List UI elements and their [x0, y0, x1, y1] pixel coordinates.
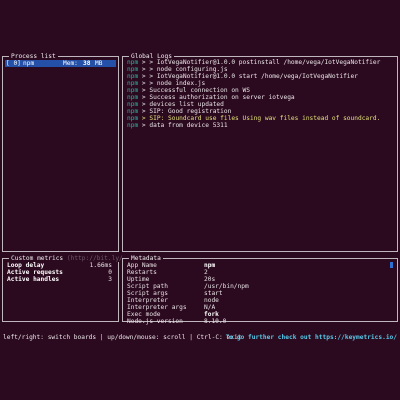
process-mem-value: 38	[83, 60, 91, 67]
process-row-selected[interactable]: [ 0] npm Mem: 38 MB	[5, 60, 116, 67]
log-app-name: npm	[127, 87, 139, 94]
log-app-name: npm	[127, 59, 139, 66]
metadata-row: Interpreter node	[123, 297, 397, 304]
metric-row: Active requests 0	[3, 269, 118, 276]
metadata-key: App Name	[127, 262, 157, 269]
log-app-name: npm	[127, 115, 139, 122]
process-mem-unit: MB	[95, 60, 103, 67]
metric-rows: Loop delay 1.66ms Active requests 0 Active h…	[3, 262, 118, 283]
log-message: > > IotVegaNotifier@1.0.0 start /home/ve…	[141, 73, 358, 80]
custom-metrics-title: Custom metrics (http://bit.ly/	[9, 255, 125, 262]
metadata-row: App Name npm	[123, 262, 397, 269]
log-line: npm > > node index.js	[127, 80, 393, 87]
metadata-value: npm	[204, 262, 216, 269]
metadata-key: Interpreter	[127, 297, 168, 304]
metadata-value: /usr/bin/npm	[204, 283, 249, 290]
log-line: npm > Successful connection on WS	[127, 87, 393, 94]
log-lines: npm > > IotVegaNotifier@1.0.0 postinstal…	[127, 59, 393, 129]
process-id: [ 0]	[6, 60, 21, 67]
footer-help-text: left/right: switch boards | up/down/mous…	[3, 334, 242, 341]
metric-value: 3	[108, 276, 112, 283]
metadata-value: fork	[204, 311, 219, 318]
metadata-row: Uptime 20s	[123, 276, 397, 283]
log-message: > Success authorization on server iotveg…	[141, 94, 295, 101]
log-message: > SIP: Soundcard use files Using wav fil…	[141, 115, 381, 122]
metadata-value: 2	[204, 269, 208, 276]
metric-row: Loop delay 1.66ms	[3, 262, 118, 269]
metadata-value: 8.10.0	[204, 318, 227, 325]
process-mem-label: Mem:	[63, 60, 78, 67]
log-app-name: npm	[127, 122, 139, 129]
metadata-key: Restarts	[127, 269, 157, 276]
metric-row: Active handles 3	[3, 276, 118, 283]
metadata-row: Interpreter args N/A	[123, 304, 397, 311]
log-line: npm > data from device 5311	[127, 122, 393, 129]
log-app-name: npm	[127, 73, 139, 80]
log-message: > > IotVegaNotifier@1.0.0 postinstall /h…	[141, 59, 381, 66]
footer-promo-link[interactable]: To go further check out https://keymetri…	[226, 334, 397, 341]
metadata-row: Script path/usr/bin/npm	[123, 283, 397, 290]
process-name: npm	[23, 60, 35, 67]
log-line: npm > devices list updated	[127, 101, 393, 108]
metric-value: 1.66ms	[89, 262, 112, 269]
metadata-row: Restarts 2	[123, 269, 397, 276]
log-app-name: npm	[127, 66, 139, 73]
log-line: npm > Success authorization on server io…	[127, 94, 393, 101]
log-line: npm > > node configuring.js	[127, 66, 393, 73]
custom-metrics-title-text: Custom metrics	[11, 255, 64, 262]
metadata-key: Script args	[127, 290, 168, 297]
log-message: > SIP: Good registration	[141, 108, 232, 115]
log-line: npm > > IotVegaNotifier@1.0.0 start /hom…	[127, 73, 393, 80]
log-message: > > node configuring.js	[141, 66, 228, 73]
log-line: npm > > IotVegaNotifier@1.0.0 postinstal…	[127, 59, 393, 66]
metadata-title: Metadata	[129, 255, 163, 262]
log-message: > data from device 5311	[141, 122, 228, 129]
metric-key: Loop delay	[7, 262, 45, 269]
metadata-key: Script path	[127, 283, 168, 290]
metadata-value: node	[204, 297, 219, 304]
metric-value: 0	[108, 269, 112, 276]
log-message: > devices list updated	[141, 101, 224, 108]
metadata-row: Node.js version 8.10.0	[123, 318, 397, 325]
metadata-row: Exec mode fork	[123, 311, 397, 318]
custom-metrics-title-hint: (http://bit.ly/	[66, 255, 123, 262]
log-app-name: npm	[127, 94, 139, 101]
metadata-row: Script args start	[123, 290, 397, 297]
footer-bar: left/right: switch boards | up/down/mous…	[3, 334, 397, 342]
metadata-key: Exec mode	[127, 311, 161, 318]
metadata-value: 20s	[204, 276, 216, 283]
process-list-title: Process list	[9, 53, 58, 60]
metadata-key: Interpreter args	[127, 304, 187, 311]
metadata-key: Uptime	[127, 276, 150, 283]
metadata-value: start	[204, 290, 223, 297]
log-line: npm > SIP: Good registration	[127, 108, 393, 115]
log-message: > > node index.js	[141, 80, 206, 87]
log-app-name: npm	[127, 80, 139, 87]
custom-metrics-panel[interactable]: Custom metrics (http://bit.ly/ Loop dela…	[2, 255, 125, 322]
global-logs-panel[interactable]: Global Logs npm > > IotVegaNotifier@1.0.…	[122, 53, 398, 252]
log-message: > Successful connection on WS	[141, 87, 250, 94]
log-line: npm > SIP: Soundcard use files Using wav…	[127, 115, 393, 122]
metadata-panel[interactable]: Metadata App Name npm Restarts 2 Uptime 20s Sc…	[122, 255, 398, 325]
metadata-rows: App Name npm Restarts 2 Uptime 20s Script path…	[123, 262, 397, 325]
log-app-name: npm	[127, 108, 139, 115]
metadata-key: Node.js version	[127, 318, 183, 325]
metric-key: Active handles	[7, 276, 60, 283]
metric-key: Active requests	[7, 269, 63, 276]
metadata-value: N/A	[204, 304, 216, 311]
log-app-name: npm	[127, 101, 139, 108]
process-list-panel[interactable]: Process list [ 0] npm Mem: 38 MB	[2, 53, 119, 252]
